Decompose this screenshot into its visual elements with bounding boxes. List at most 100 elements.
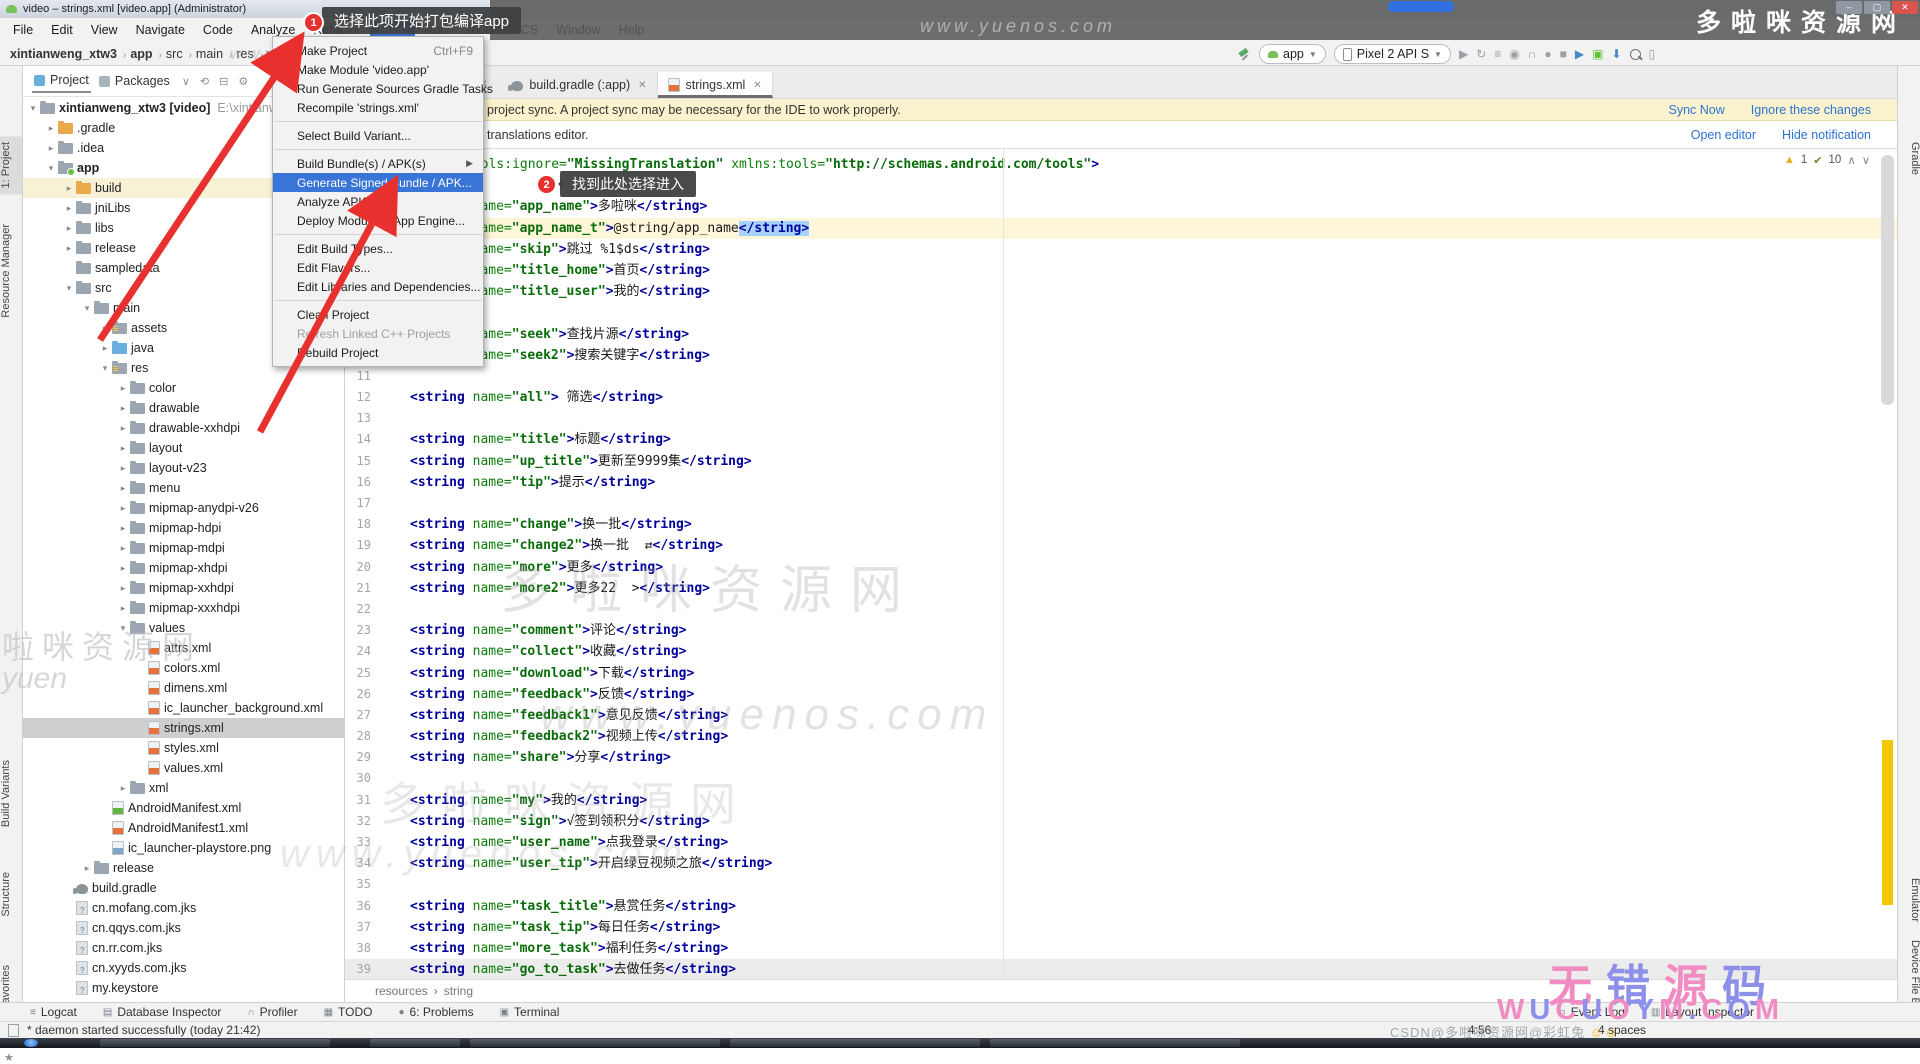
menu-item-rebuild-project[interactable]: Rebuild Project [273,343,483,362]
menu-item-edit-build-types-[interactable]: Edit Build Types... [273,239,483,258]
banner-action-ignore-these-changes[interactable]: Ignore these changes [1751,103,1871,117]
tree-item-layout[interactable]: ▸layout [22,438,344,458]
tree-item-AndroidManifest1-xml[interactable]: AndroidManifest1.xml [22,818,344,838]
editor-breadcrumb-item[interactable]: resources [375,984,428,998]
sdk-manager-icon[interactable]: ⬇ [1611,47,1621,61]
debug-button[interactable]: ◉ [1509,47,1519,61]
tree-item-mipmap-anydpi-v26[interactable]: ▸mipmap-anydpi-v26 [22,498,344,518]
toolwindow-button-database-inspector[interactable]: ▤Database Inspector [103,1005,222,1019]
tree-item-strings-xml[interactable]: strings.xml [22,718,344,738]
toolwindow-button-6-problems[interactable]: ●6: Problems [399,1005,474,1019]
tree-item-values[interactable]: ▾values [22,618,344,638]
menu-item-generate-signed-bundle-apk-[interactable]: Generate Signed Bundle / APK... [273,173,483,192]
tree-item-build-gradle[interactable]: build.gradle [22,878,344,898]
chevron-collapsed-icon[interactable]: ▸ [116,463,130,474]
chevron-collapsed-icon[interactable]: ▸ [116,783,130,794]
chevron-collapsed-icon[interactable]: ▸ [80,863,94,874]
editor-breadcrumb-item[interactable]: string [444,984,473,998]
chevron-collapsed-icon[interactable]: ▸ [62,223,76,234]
tool-strip-emulator[interactable]: Emulator [1898,872,1920,928]
tree-item-ic-launcher-background-xml[interactable]: ic_launcher_background.xml [22,698,344,718]
banner-action-hide-notification[interactable]: Hide notification [1782,128,1871,142]
menu-item-build-bundle-s-apk-s-[interactable]: Build Bundle(s) / APK(s)▶ [273,154,483,173]
toolwindow-button-profiler[interactable]: ∩Profiler [247,1005,297,1019]
attach-debugger-icon[interactable]: ▶ [1575,47,1584,61]
bookmark-icon[interactable]: ▯ [1649,47,1656,61]
taskbar-button[interactable] [370,1039,460,1047]
menu-item-make-module-video-app-[interactable]: Make Module 'video.app' [273,60,483,79]
chevron-collapsed-icon[interactable]: ▸ [62,203,76,214]
chevron-expanded-icon[interactable]: ▾ [26,103,40,114]
build-hammer-icon[interactable] [1238,48,1251,61]
menu-edit[interactable]: Edit [42,20,82,40]
tree-item-drawable-xxhdpi[interactable]: ▸drawable-xxhdpi [22,418,344,438]
tab-close-icon[interactable]: ✕ [638,80,646,91]
tree-item-cn-rr-com-jks[interactable]: cn.rr.com.jks [22,938,344,958]
locate-file-icon[interactable]: ⟲ [200,75,209,88]
tree-item-mipmap-mdpi[interactable]: ▸mipmap-mdpi [22,538,344,558]
stop-button[interactable]: ■ [1560,47,1567,61]
tool-strip-resource-manager[interactable]: Resource Manager [0,218,22,324]
taskbar-button[interactable] [990,1039,1240,1047]
menu-item-select-build-variant-[interactable]: Select Build Variant... [273,126,483,145]
chevron-collapsed-icon[interactable]: ▸ [116,443,130,454]
menu-item-make-project[interactable]: Make ProjectCtrl+F9 [273,41,483,60]
tree-item-xml[interactable]: ▸xml [22,778,344,798]
chevron-expanded-icon[interactable]: ▾ [62,283,76,294]
chevron-collapsed-icon[interactable]: ▸ [98,343,112,354]
menu-item-edit-libraries-and-dependencies-[interactable]: Edit Libraries and Dependencies... [273,277,483,296]
collapse-all-icon[interactable]: ⊟ [219,75,228,88]
chevron-collapsed-icon[interactable]: ▸ [116,603,130,614]
tree-item-mipmap-xhdpi[interactable]: ▸mipmap-xhdpi [22,558,344,578]
toolwindow-button-logcat[interactable]: ≡Logcat [30,1005,77,1019]
tree-item-color[interactable]: ▸color [22,378,344,398]
editor-scrollbar[interactable] [1881,155,1894,405]
tree-item-values-xml[interactable]: values.xml [22,758,344,778]
taskbar-button[interactable] [730,1039,980,1047]
chevron-collapsed-icon[interactable]: ▸ [44,123,58,134]
menu-item-run-generate-sources-gradle-tasks[interactable]: Run Generate Sources Gradle Tasks [273,79,483,98]
toolwindow-toggle-icon[interactable] [8,1024,19,1037]
breadcrumb-item[interactable]: src [166,47,183,61]
apply-code-changes-icon[interactable]: ≡ [1494,47,1501,61]
favorites-star-icon[interactable]: ★ [4,1051,14,1064]
tool-strip-1-project[interactable]: 1: Project [0,136,22,194]
run-config-selector[interactable]: app ▼ [1259,44,1326,64]
chevron-collapsed-icon[interactable]: ▸ [116,503,130,514]
banner-action-sync-now[interactable]: Sync Now [1668,103,1724,117]
tree-item-attrs-xml[interactable]: attrs.xml [22,638,344,658]
banner-action-open-editor[interactable]: Open editor [1691,128,1756,142]
chevron-expanded-icon[interactable]: ▾ [116,623,130,634]
chevron-expanded-icon[interactable]: ▾ [44,163,58,174]
tree-item-menu[interactable]: ▸menu [22,478,344,498]
tree-item-cn-xyyds-com-jks[interactable]: cn.xyyds.com.jks [22,958,344,978]
tree-item-drawable[interactable]: ▸drawable [22,398,344,418]
tree-item-mipmap-xxhdpi[interactable]: ▸mipmap-xxhdpi [22,578,344,598]
maximize-button[interactable]: ▢ [1864,1,1890,14]
chevron-collapsed-icon[interactable]: ▸ [116,543,130,554]
chevron-collapsed-icon[interactable]: ▸ [116,523,130,534]
profile-button[interactable]: ∩ [1528,47,1537,61]
breadcrumb-item[interactable]: app [130,47,152,61]
code-editor[interactable]: 1<resources tools:ignore="MissingTransla… [345,149,1897,980]
breadcrumb-item[interactable]: xintianweng_xtw3 [10,47,117,61]
menu-item-recompile-strings-xml-[interactable]: Recompile 'strings.xml' [273,98,483,117]
chevron-expanded-icon[interactable]: ▾ [98,363,112,374]
tab-close-icon[interactable]: ✕ [753,80,761,91]
chevron-collapsed-icon[interactable]: ▸ [98,323,112,334]
search-icon[interactable] [1630,49,1641,60]
coverage-icon[interactable]: ● [1544,47,1551,61]
tool-strip-build-variants[interactable]: Build Variants [0,754,22,833]
close-button[interactable]: ✕ [1892,1,1918,14]
chevron-collapsed-icon[interactable]: ▸ [116,563,130,574]
menu-item-analyze-apk-[interactable]: Analyze APK... [273,192,483,211]
inspections-widget[interactable]: ▲ 1 ✔ 10 ∧ ∨ [1784,153,1870,167]
tree-item-my-keystore[interactable]: my.keystore [22,978,344,998]
tool-strip-gradle[interactable]: Gradle [1898,136,1920,181]
device-manager-icon[interactable]: ▣ [1592,47,1603,61]
run-button[interactable]: ▶ [1459,47,1468,61]
chevron-expanded-icon[interactable]: ▾ [80,303,94,314]
menu-file[interactable]: File [4,20,42,40]
tree-item-cn-qqys-com-jks[interactable]: cn.qqys.com.jks [22,918,344,938]
tree-item-mipmap-xxxhdpi[interactable]: ▸mipmap-xxxhdpi [22,598,344,618]
